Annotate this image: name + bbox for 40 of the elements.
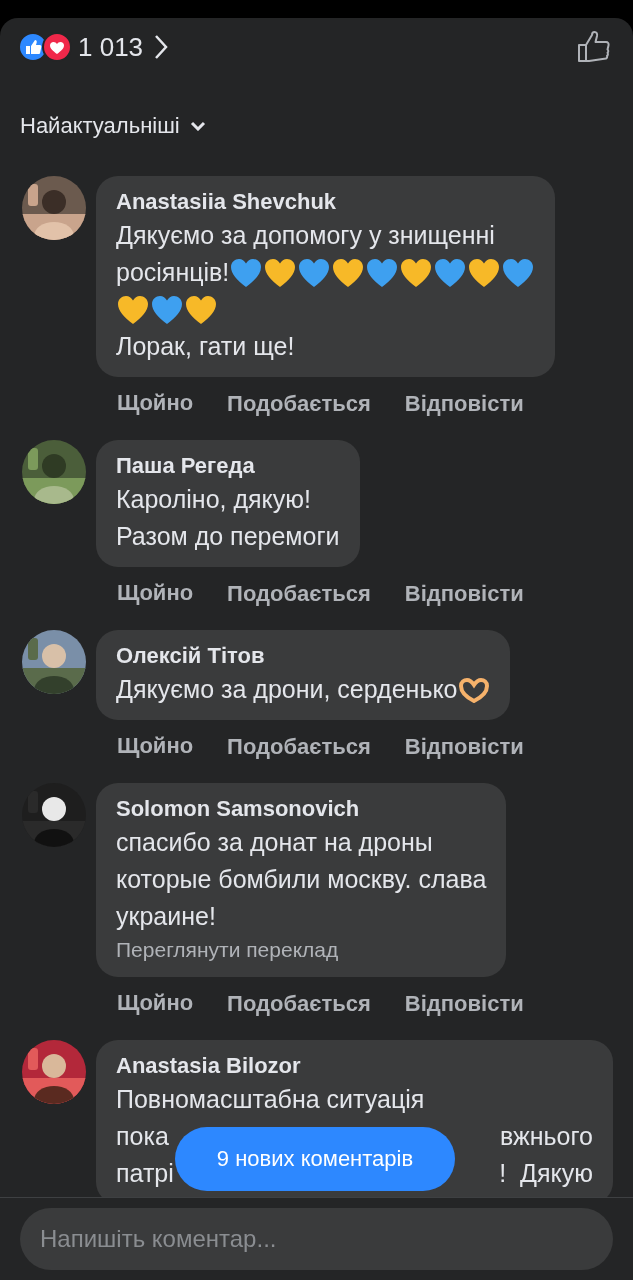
timestamp: Щойно <box>117 990 194 1017</box>
comment-text: Кароліно, дякую! <box>116 485 311 514</box>
chevron-right-icon <box>153 34 170 60</box>
sort-dropdown[interactable]: Найактуальніші <box>20 108 206 144</box>
comment-text: росіянців! <box>116 258 230 287</box>
reaction-count: 1 013 <box>78 31 144 63</box>
comment-text: патрі <box>116 1159 174 1188</box>
reactions-button[interactable]: 1 013 <box>18 31 170 63</box>
like-button[interactable] <box>577 30 611 64</box>
comment-text: Дякуємо за дрони, серденько <box>116 675 458 704</box>
comment-text: которые бомбили москву. слава <box>116 865 487 894</box>
hands-heart-icon <box>457 676 490 703</box>
action-link[interactable]: Відповісти <box>404 733 524 761</box>
action-link[interactable]: Відповісти <box>404 580 524 608</box>
comment-text: Дякуємо за допомогу у знищенні <box>116 221 495 250</box>
author-name[interactable]: Олексій Тітов <box>116 641 490 671</box>
comment-text: пока <box>116 1122 169 1151</box>
timestamp: Щойно <box>117 733 194 760</box>
timestamp: Щойно <box>117 580 194 607</box>
timestamp: Щойно <box>117 390 194 417</box>
chevron-down-icon <box>189 121 206 131</box>
author-name[interactable]: Anastasiia Shevchuk <box>116 187 536 217</box>
author-name[interactable]: Anastasia Bilozor <box>116 1051 593 1081</box>
action-link[interactable]: Подобається <box>227 990 371 1018</box>
author-name[interactable]: Паша Регеда <box>116 451 340 481</box>
comment-text: спасибо за донат на дроны <box>116 828 433 857</box>
action-link[interactable]: Відповісти <box>404 390 524 418</box>
comment-text: Повномасштабна ситуація <box>116 1085 425 1114</box>
author-name[interactable]: Solomon Samsonovich <box>116 794 487 824</box>
action-link[interactable]: Подобається <box>227 733 371 761</box>
comment-text: Лорак, гати ще! <box>116 332 295 361</box>
comment-text: вжнього <box>500 1122 593 1151</box>
action-link[interactable]: Відповісти <box>404 990 524 1018</box>
action-link[interactable]: Подобається <box>227 580 371 608</box>
comment-field[interactable]: Напишіть коментар... <box>20 1208 613 1270</box>
comment-text: ! Дякую <box>499 1159 593 1188</box>
comment-text: украине! <box>116 902 216 931</box>
action-link[interactable]: Подобається <box>227 390 371 418</box>
comment-text: Разом до перемоги <box>116 522 340 551</box>
translate-link[interactable]: Переглянути переклад <box>116 935 487 965</box>
